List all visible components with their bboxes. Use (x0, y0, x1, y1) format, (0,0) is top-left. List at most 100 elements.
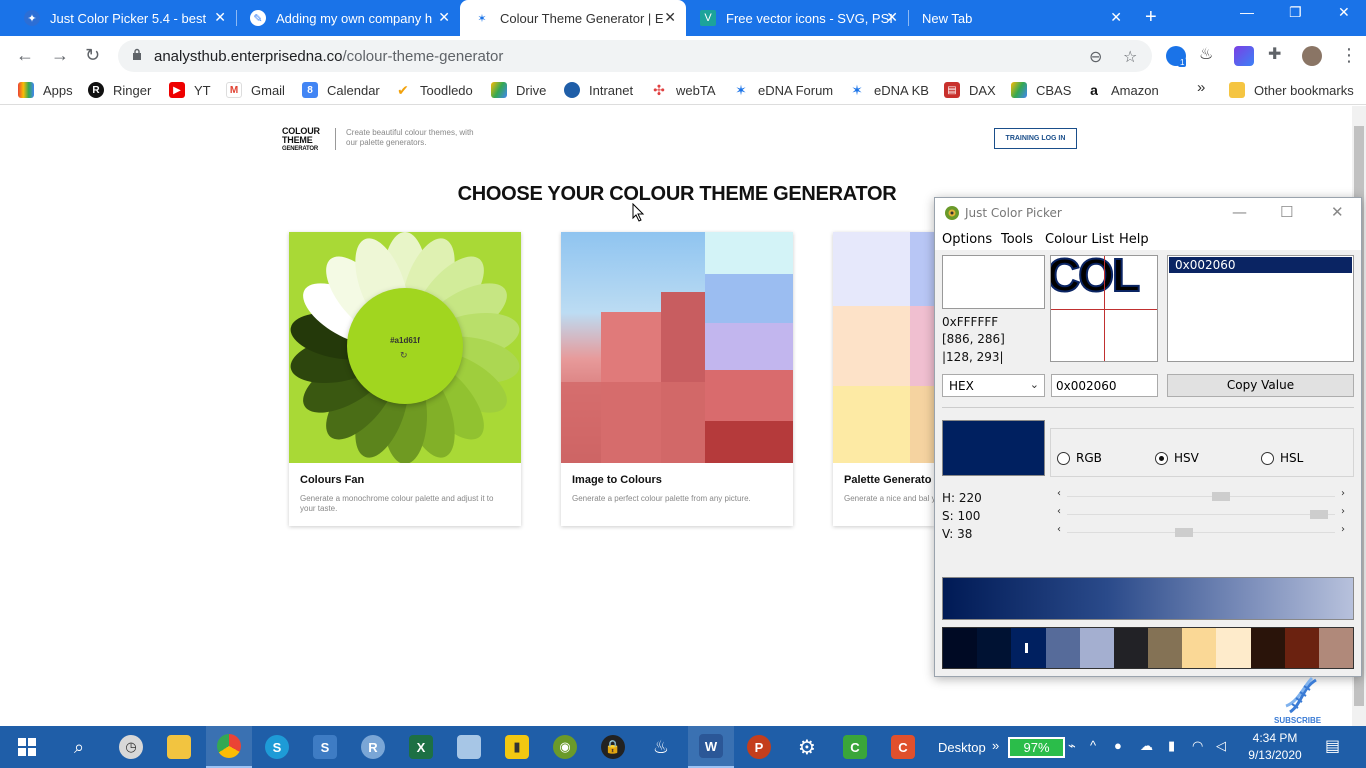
bookmark-ringer[interactable]: R Ringer (88, 82, 151, 98)
bookmark-yt[interactable]: ▶ YT (169, 82, 211, 98)
battery-indicator[interactable]: 97% (1008, 737, 1065, 758)
picker-title-bar[interactable]: Just Color Picker — ☐ ✕ (935, 198, 1361, 228)
menu-help[interactable]: Help (1119, 232, 1149, 247)
sway-icon[interactable]: S (302, 726, 348, 768)
tab-new-tab[interactable]: New Tab ✕ (908, 0, 1132, 36)
flame-extension-icon[interactable]: ♨ (1199, 44, 1219, 64)
minimize-icon[interactable]: — (1240, 4, 1254, 20)
camtasia-green-icon[interactable]: C (832, 726, 878, 768)
vpn-lock-icon[interactable]: 🔒 (590, 726, 636, 768)
card-palette-generator[interactable]: Palette Generato Generate a nice and bal… (833, 232, 934, 526)
saturation-slider[interactable]: ‹ › (1055, 506, 1347, 521)
palette-swatch[interactable] (943, 628, 978, 668)
notes-app-icon[interactable] (446, 726, 492, 768)
palette-swatch[interactable] (1250, 628, 1285, 668)
camtasia-recorder-icon[interactable]: C (880, 726, 926, 768)
palette-swatch[interactable] (977, 628, 1012, 668)
flame-app-icon[interactable]: ♨ (638, 726, 684, 768)
bookmark-dax[interactable]: ▤ DAX (944, 82, 996, 98)
bookmark-edna-kb[interactable]: ✶ eDNA KB (849, 82, 929, 98)
address-bar[interactable]: analysthub.enterprisedna.co/colour-theme… (118, 40, 1152, 72)
search-icon[interactable]: ⌕ (56, 726, 102, 768)
colour-palette[interactable] (942, 627, 1354, 669)
bookmark-edna-forum[interactable]: ✶ eDNA Forum (733, 82, 833, 98)
subscribe-badge[interactable]: SUBSCRIBE (1272, 676, 1332, 726)
word-icon[interactable]: W (688, 726, 734, 768)
chevron-up-icon[interactable]: ^ (1090, 738, 1096, 753)
file-explorer-icon[interactable] (156, 726, 202, 768)
bookmark-intranet[interactable]: Intranet (564, 82, 633, 98)
excel-icon[interactable]: X (398, 726, 444, 768)
colour-gradient-bar[interactable] (942, 577, 1354, 620)
back-arrow-icon[interactable]: ← (16, 45, 34, 66)
tab-just-color-picker[interactable]: ✦ Just Color Picker 5.4 - best ✕ (10, 0, 236, 36)
palette-swatch[interactable] (1011, 628, 1046, 668)
refresh-icon[interactable]: ↻ (400, 350, 408, 361)
forward-arrow-icon[interactable]: → (51, 45, 69, 66)
menu-options[interactable]: Options (942, 232, 992, 247)
menu-colour-list[interactable]: Colour List (1045, 232, 1114, 247)
new-tab-plus-icon[interactable]: + (1145, 6, 1157, 29)
palette-swatch[interactable] (1318, 628, 1354, 668)
palette-swatch[interactable] (1182, 628, 1217, 668)
bookmark-apps[interactable]: Apps (18, 82, 73, 98)
format-select[interactable]: HEX ⌄ (942, 374, 1045, 397)
close-icon[interactable]: ✕ (664, 9, 676, 26)
onedrive-cloud-icon[interactable]: ☁ (1140, 738, 1153, 754)
close-window-icon[interactable]: ✕ (1338, 4, 1350, 21)
power-bi-icon[interactable]: ▮ (494, 726, 540, 768)
copy-value-button[interactable]: Copy Value (1167, 374, 1354, 397)
r-app-icon[interactable]: R (350, 726, 396, 768)
extension-icon[interactable] (1234, 46, 1254, 66)
bookmark-webta[interactable]: ✣ webTA (651, 82, 715, 98)
just-color-picker-taskbar-icon[interactable]: ◉ (542, 726, 588, 768)
bookmark-cbas[interactable]: CBAS (1011, 82, 1071, 98)
palette-swatch[interactable] (1216, 628, 1251, 668)
close-icon[interactable]: ✕ (1110, 9, 1122, 26)
radio-hsv[interactable]: HSV (1155, 451, 1199, 465)
palette-swatch[interactable] (1148, 628, 1183, 668)
chevron-right-icon[interactable]: » (992, 738, 999, 753)
bookmark-gmail[interactable]: M Gmail (226, 82, 285, 98)
bookmark-star-icon[interactable]: ☆ (1123, 47, 1137, 67)
bookmark-toodledo[interactable]: ✔ Toodledo (395, 82, 473, 98)
radio-rgb[interactable]: RGB (1057, 451, 1102, 465)
chrome-icon[interactable] (206, 726, 252, 768)
minimize-icon[interactable]: — (1232, 203, 1247, 221)
bookmark-amazon[interactable]: a Amazon (1086, 82, 1159, 98)
wifi-icon[interactable]: ◠ (1192, 738, 1203, 754)
windows-start-icon[interactable] (4, 726, 50, 768)
other-bookmarks[interactable]: Other bookmarks (1229, 82, 1354, 98)
settings-gear-icon[interactable]: ⚙ (784, 726, 830, 768)
close-icon[interactable]: ✕ (438, 9, 450, 26)
tab-adding-company[interactable]: ✎ Adding my own company h ✕ (236, 0, 460, 36)
colour-list[interactable]: 0x002060 (1167, 255, 1354, 362)
puzzle-icon[interactable]: ✚ (1268, 44, 1288, 64)
maximize-icon[interactable]: ☐ (1280, 203, 1293, 221)
colour-list-item[interactable]: 0x002060 (1169, 257, 1352, 273)
bookmark-drive[interactable]: Drive (491, 82, 546, 98)
skype-icon[interactable]: S (254, 726, 300, 768)
palette-swatch[interactable] (1113, 628, 1149, 668)
value-slider[interactable]: ‹ › (1055, 524, 1347, 539)
close-icon[interactable]: ✕ (1331, 203, 1344, 221)
card-image-to-colours[interactable]: Image to Colours Generate a perfect colo… (561, 232, 793, 526)
hue-slider[interactable]: ‹ › (1055, 488, 1347, 503)
system-clock[interactable]: 4:34 PM 9/13/2020 (1240, 730, 1310, 764)
colour-theme-logo[interactable]: COLOUR THEME GENERATOR (282, 127, 320, 154)
notifications-icon[interactable]: ▤ (1325, 736, 1340, 756)
palette-swatch[interactable] (1284, 628, 1319, 668)
palette-swatch[interactable] (1045, 628, 1080, 668)
volume-icon[interactable]: ◁ (1216, 738, 1226, 754)
restore-icon[interactable]: ❐ (1289, 4, 1302, 21)
menu-kebab-icon[interactable]: ⋮ (1340, 45, 1358, 66)
desktop-toolbar-label[interactable]: Desktop (938, 740, 986, 755)
tab-free-vector-icons[interactable]: V Free vector icons - SVG, PSI ✕ (686, 0, 908, 36)
zoom-icon[interactable]: ⊖ (1089, 47, 1102, 67)
menu-tools[interactable]: Tools (1001, 232, 1033, 247)
avatar[interactable] (1302, 46, 1322, 66)
radio-hsl[interactable]: HSL (1261, 451, 1303, 465)
close-icon[interactable]: ✕ (214, 9, 226, 26)
tab-colour-theme-generator[interactable]: ✶ Colour Theme Generator | E ✕ (460, 0, 686, 36)
more-bookmarks-icon[interactable]: » (1197, 79, 1205, 96)
